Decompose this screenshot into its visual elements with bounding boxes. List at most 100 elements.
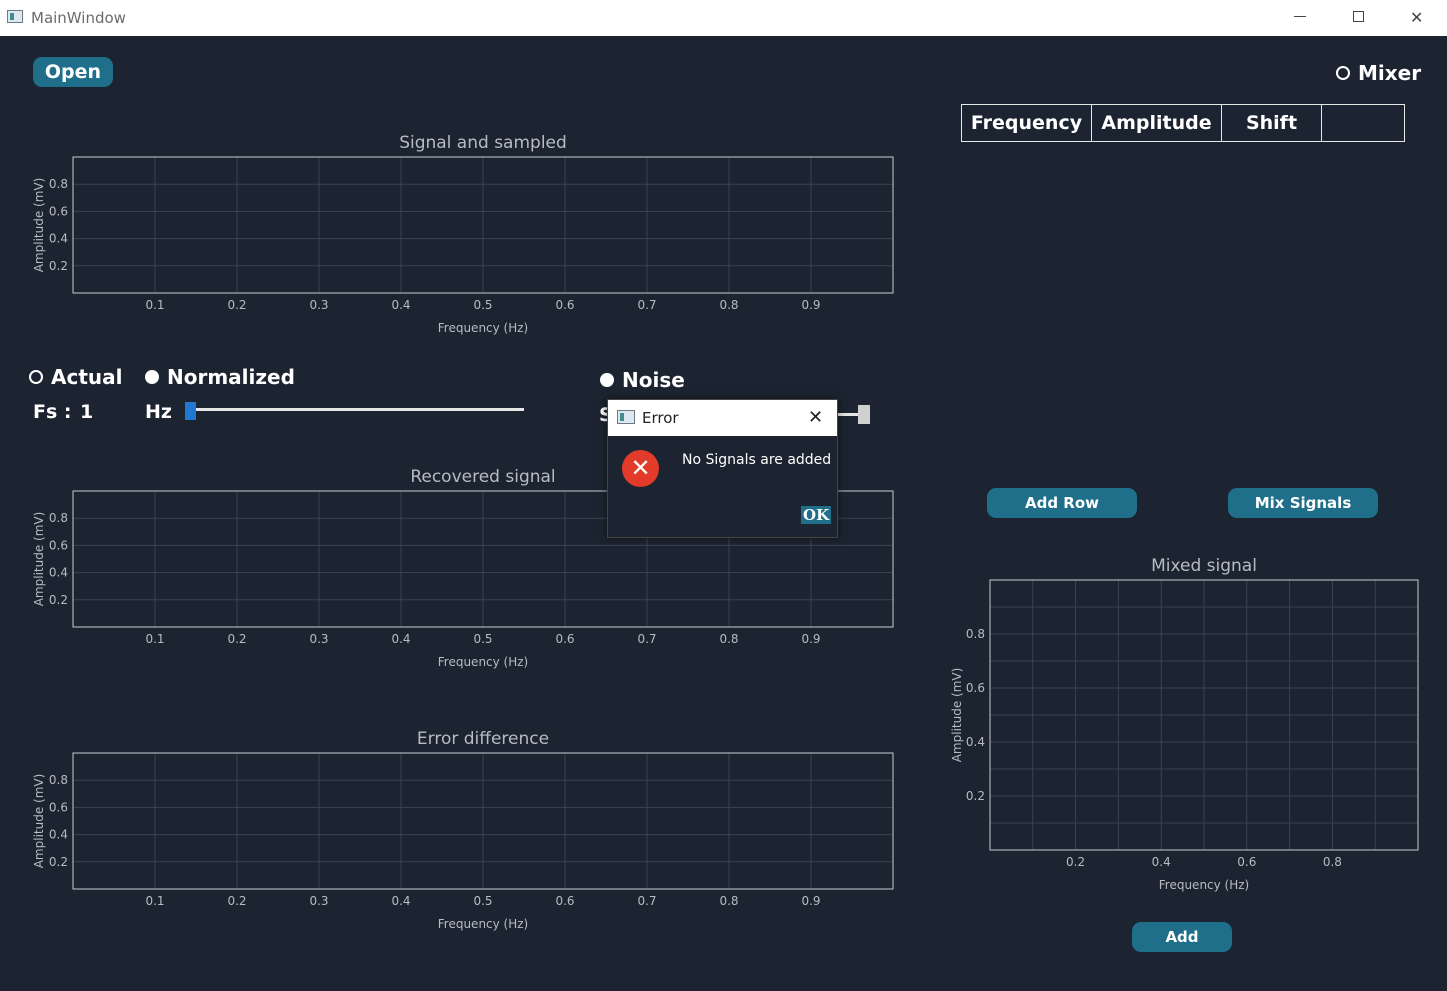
normalized-radio[interactable]: Normalized [145, 365, 295, 389]
minimize-button[interactable] [1272, 0, 1330, 36]
open-button[interactable]: Open [33, 57, 113, 87]
y-tick-label: 0.8 [966, 627, 985, 641]
y-tick-label: 0.4 [49, 566, 68, 580]
column-header-amplitude[interactable]: Amplitude [1091, 104, 1222, 142]
ok-button[interactable]: OK [801, 506, 832, 524]
x-tick-label: 0.6 [555, 894, 574, 908]
maximize-icon [1353, 11, 1364, 22]
x-axis-label: Frequency (Hz) [438, 917, 529, 931]
signals-table-header: Frequency Amplitude Shift [961, 104, 1405, 142]
dialog-title: Error [642, 409, 679, 427]
x-tick-label: 0.6 [555, 298, 574, 312]
x-tick-label: 0.9 [801, 894, 820, 908]
x-tick-label: 0.2 [1066, 855, 1085, 869]
normalized-label: Normalized [167, 365, 295, 389]
y-tick-label: 0.2 [966, 789, 985, 803]
x-tick-label: 0.4 [391, 298, 410, 312]
chart-title: Error difference [417, 729, 549, 749]
noise-label: Noise [622, 368, 685, 392]
add-button[interactable]: Add [1132, 922, 1232, 952]
y-tick-label: 0.4 [49, 828, 68, 842]
x-tick-label: 0.8 [719, 894, 738, 908]
actual-radio[interactable]: Actual [29, 365, 122, 389]
x-tick-label: 0.2 [227, 298, 246, 312]
error-icon: ✕ [622, 450, 659, 487]
dialog-message: No Signals are added [682, 452, 832, 468]
y-tick-label: 0.8 [49, 177, 68, 191]
y-axis-label: Amplitude (mV) [32, 774, 46, 869]
radio-indicator-checked [145, 370, 159, 384]
close-window-button[interactable]: ✕ [1388, 0, 1446, 36]
x-tick-label: 0.1 [145, 894, 164, 908]
y-tick-label: 0.6 [49, 204, 68, 218]
x-tick-label: 0.5 [473, 298, 492, 312]
y-tick-label: 0.6 [49, 538, 68, 552]
x-axis-label: Frequency (Hz) [438, 321, 529, 335]
x-tick-label: 0.5 [473, 632, 492, 646]
column-header-empty[interactable] [1321, 104, 1405, 142]
radio-indicator-checked [600, 373, 614, 387]
sampling-slider-handle[interactable] [185, 402, 196, 420]
sampling-slider[interactable] [190, 408, 524, 411]
y-tick-label: 0.6 [49, 800, 68, 814]
mixer-label: Mixer [1358, 61, 1422, 85]
chart-title: Mixed signal [1151, 556, 1257, 576]
x-tick-label: 0.6 [1237, 855, 1256, 869]
x-tick-label: 0.3 [309, 298, 328, 312]
x-tick-label: 0.3 [309, 894, 328, 908]
x-tick-label: 0.6 [555, 632, 574, 646]
noise-radio[interactable]: Noise [600, 368, 685, 392]
fs-label: Fs : [33, 401, 72, 423]
x-tick-label: 0.2 [227, 632, 246, 646]
app-icon [7, 10, 23, 23]
x-tick-label: 0.9 [801, 298, 820, 312]
x-tick-label: 0.8 [719, 298, 738, 312]
column-header-frequency[interactable]: Frequency [961, 104, 1092, 142]
dialog-titlebar: Error ✕ [608, 400, 837, 436]
chart-title: Signal and sampled [399, 133, 567, 153]
chart-title: Recovered signal [410, 467, 555, 487]
add-row-button[interactable]: Add Row [987, 488, 1137, 518]
y-tick-label: 0.6 [966, 681, 985, 695]
y-axis-label: Amplitude (mV) [950, 668, 964, 763]
x-tick-label: 0.4 [391, 632, 410, 646]
x-tick-label: 0.7 [637, 632, 656, 646]
error-dialog: Error ✕ ✕ No Signals are added OK [607, 399, 838, 538]
x-tick-label: 0.2 [227, 894, 246, 908]
maximize-button[interactable] [1330, 0, 1388, 36]
mixed-signal-chart: Mixed signal 0.2 0.4 0.6 0.8 0.8 0.6 0.4 0.2 Freq… [950, 556, 1419, 892]
x-tick-label: 0.8 [1323, 855, 1342, 869]
radio-indicator [29, 370, 43, 384]
y-tick-label: 0.8 [49, 511, 68, 525]
noise-slider-handle[interactable] [858, 405, 870, 424]
column-header-shift[interactable]: Shift [1221, 104, 1322, 142]
y-tick-label: 0.2 [49, 259, 68, 273]
y-tick-label: 0.2 [49, 593, 68, 607]
y-tick-label: 0.8 [49, 773, 68, 787]
hz-label: Hz [145, 401, 172, 423]
y-tick-label: 0.4 [966, 735, 985, 749]
x-axis-label: Frequency (Hz) [438, 655, 529, 669]
x-tick-label: 0.7 [637, 894, 656, 908]
x-tick-label: 0.5 [473, 894, 492, 908]
radio-indicator [1336, 66, 1350, 80]
y-tick-label: 0.2 [49, 855, 68, 869]
window-title: MainWindow [31, 9, 126, 27]
x-tick-label: 0.4 [391, 894, 410, 908]
x-tick-label: 0.1 [145, 632, 164, 646]
dialog-close-icon[interactable]: ✕ [808, 407, 823, 428]
x-tick-label: 0.3 [309, 632, 328, 646]
signal-sampled-chart: Signal and sampled 0.1 0.2 0.3 0.4 0.5 0.6 0.7 0… [32, 133, 894, 335]
window-titlebar: MainWindow ✕ [0, 0, 1447, 36]
y-tick-label: 0.4 [49, 232, 68, 246]
fs-value: 1 [80, 401, 94, 423]
mix-signals-button[interactable]: Mix Signals [1228, 488, 1378, 518]
x-axis-label: Frequency (Hz) [1159, 878, 1250, 892]
x-tick-label: 0.7 [637, 298, 656, 312]
x-tick-label: 0.4 [1152, 855, 1171, 869]
mixer-radio[interactable]: Mixer [1336, 61, 1421, 85]
x-tick-label: 0.9 [801, 632, 820, 646]
minimize-icon [1294, 16, 1306, 17]
x-tick-label: 0.8 [719, 632, 738, 646]
actual-label: Actual [51, 365, 123, 389]
